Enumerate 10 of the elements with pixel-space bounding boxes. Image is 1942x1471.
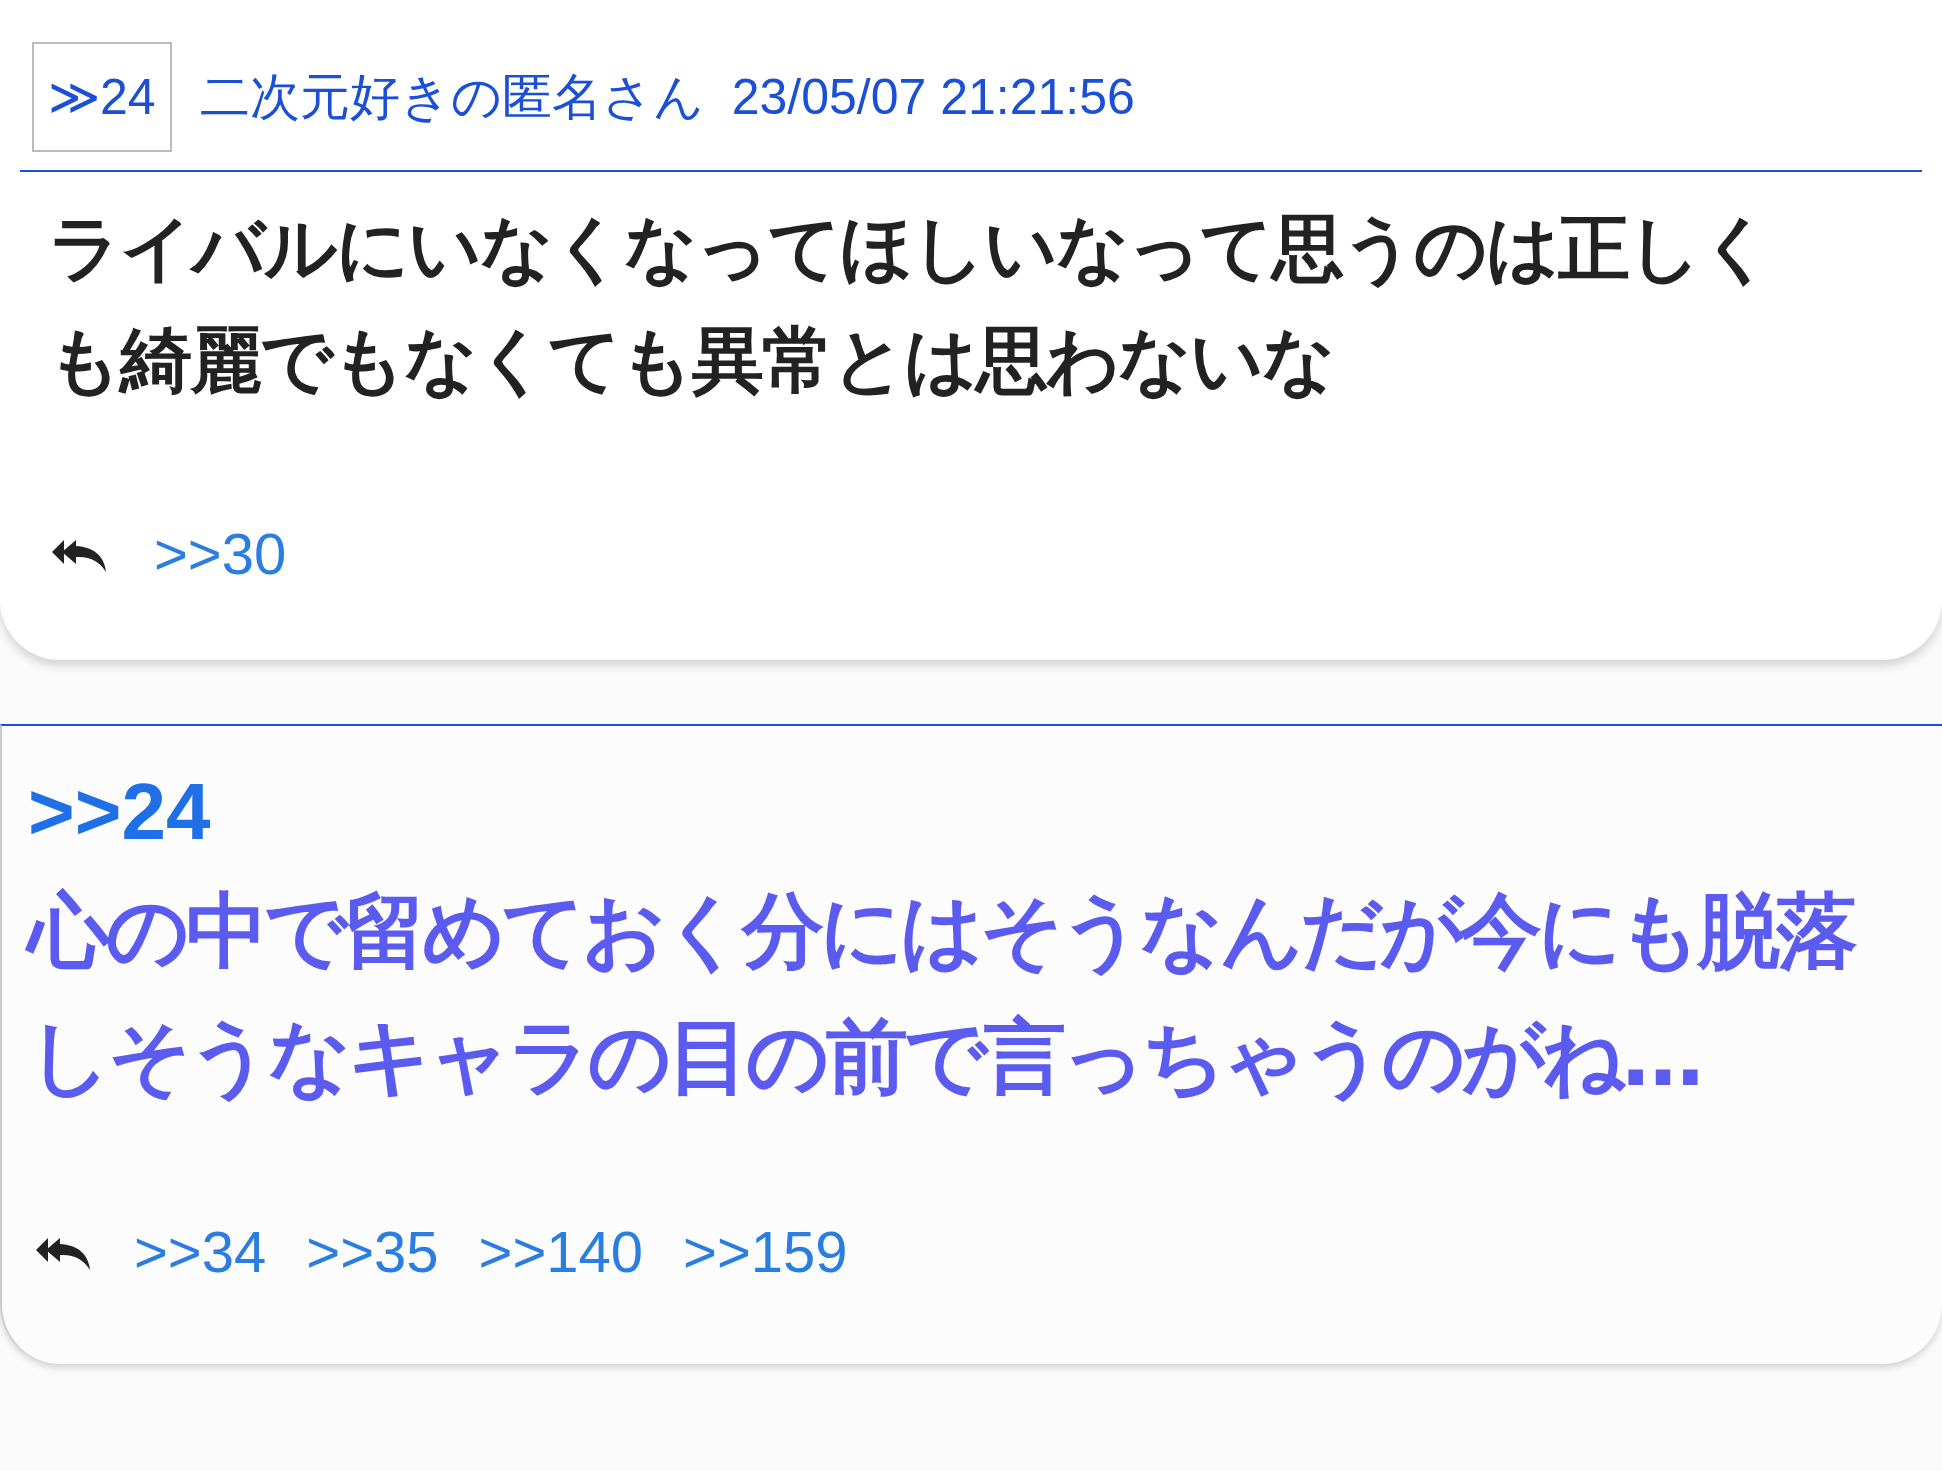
reply-link[interactable]: >>34 <box>134 1218 267 1285</box>
reply-link[interactable]: >>35 <box>306 1218 439 1285</box>
reply-link[interactable]: >>30 <box>154 520 287 587</box>
post-datetime: 23/05/07 21:21:56 <box>731 68 1135 126</box>
poster-name: 二次元好きの匿名さん <box>199 67 704 127</box>
anchor-link[interactable]: >>24 <box>28 766 1916 858</box>
reply-link[interactable]: >>140 <box>478 1218 644 1285</box>
reply-link[interactable]: >>159 <box>683 1218 848 1285</box>
post-text: ライバルにいなくなってほしいなって思うのは正しくも綺麗でもなくても異常とは思わないな <box>47 205 1773 404</box>
post-number[interactable]: ≫24 <box>32 42 172 152</box>
